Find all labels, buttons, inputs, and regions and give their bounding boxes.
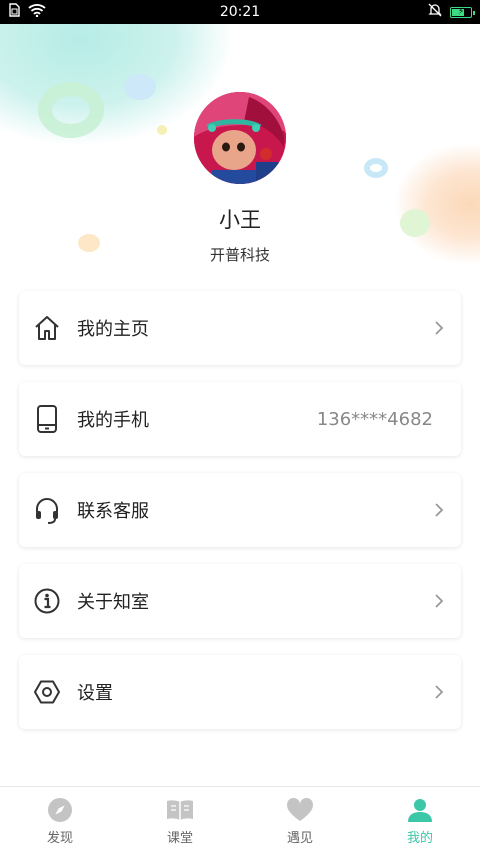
headset-icon (33, 496, 61, 524)
menu-item-label: 设置 (77, 683, 113, 704)
company-name: 开普科技 (209, 246, 270, 264)
menu-item-label: 关于知室 (77, 592, 149, 613)
heart-icon (286, 797, 314, 823)
status-time: 20:21 (219, 4, 261, 20)
menu-item-label: 我的手机 (77, 410, 149, 431)
menu-item-homepage[interactable]: 我的主页 (19, 291, 461, 365)
nav-label: 我的 (406, 831, 433, 846)
home-icon (33, 314, 61, 342)
nav-tab-mine[interactable]: 我的 (360, 787, 480, 853)
nav-label: 遇见 (286, 831, 313, 846)
wifi-icon (28, 3, 46, 21)
menu-item-customer-service[interactable]: 联系客服 (19, 473, 461, 547)
phone-number: 136****4682 (316, 408, 433, 430)
menu-item-phone[interactable]: 我的手机 136****4682 (19, 382, 461, 456)
menu-item-about[interactable]: 关于知室 (19, 564, 461, 638)
nav-label: 发现 (46, 831, 73, 846)
settings-menu: 我的主页 我的手机 136****4682 联系客服 关于知室 设置 (19, 291, 461, 746)
info-icon (33, 587, 61, 615)
status-bar: 20:21 ⚡ (0, 0, 480, 24)
book-icon (166, 797, 194, 823)
phone-icon (33, 405, 61, 433)
bottom-navigation: 发现 课堂 遇见 我的 (0, 786, 480, 853)
user-name: 小王 (219, 208, 261, 232)
chevron-right-icon (433, 684, 445, 700)
settings-icon (33, 678, 61, 706)
nav-tab-classroom[interactable]: 课堂 (120, 787, 240, 853)
battery-icon: ⚡ (450, 6, 475, 18)
avatar[interactable] (194, 92, 286, 184)
nav-tab-discover[interactable]: 发现 (0, 787, 120, 853)
chevron-right-icon (433, 320, 445, 336)
menu-item-settings[interactable]: 设置 (19, 655, 461, 729)
chevron-right-icon (433, 593, 445, 609)
bell-off-icon (428, 3, 442, 21)
nav-tab-meet[interactable]: 遇见 (240, 787, 360, 853)
sim-icon (8, 3, 20, 21)
chevron-right-icon (433, 502, 445, 518)
menu-item-label: 我的主页 (77, 319, 149, 340)
nav-label: 课堂 (166, 831, 193, 846)
compass-icon (46, 797, 74, 823)
menu-item-label: 联系客服 (77, 501, 149, 522)
person-icon (406, 797, 434, 823)
